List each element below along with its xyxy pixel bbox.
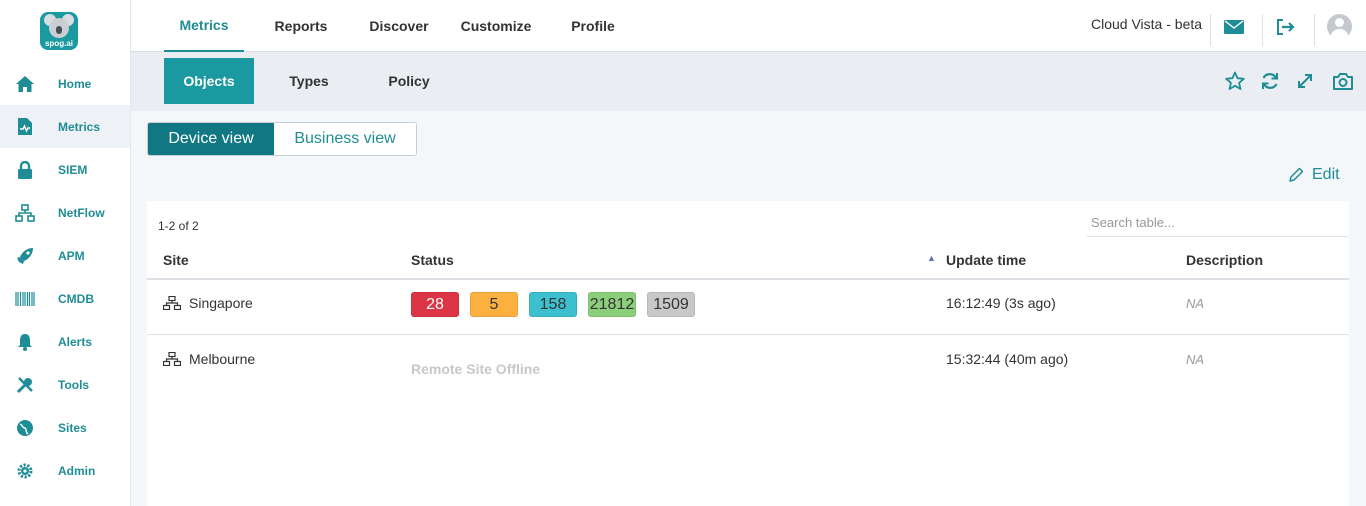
column-header-update-time[interactable]: Update time	[946, 252, 1026, 268]
top-navbar: Metrics Reports Discover Customize Profi…	[131, 0, 1366, 52]
search-input[interactable]	[1086, 209, 1348, 237]
koala-logo[interactable]: spog.ai	[40, 12, 78, 50]
camera-icon[interactable]	[1332, 70, 1354, 92]
status-badge-ok[interactable]: 21812	[588, 292, 636, 317]
star-icon[interactable]	[1224, 70, 1246, 92]
sidebar: spog.ai Home Metrics SIEM NetFlow APM CM…	[0, 0, 131, 506]
update-time: 16:12:49 (3s ago)	[946, 295, 1056, 311]
mail-icon[interactable]	[1223, 16, 1245, 38]
column-header-status[interactable]: Status	[411, 252, 454, 268]
metrics-icon	[15, 117, 35, 137]
status-badge-unknown[interactable]: 1509	[647, 292, 695, 317]
status-badge-info[interactable]: 158	[529, 292, 577, 317]
logo-text: spog.ai	[44, 39, 73, 48]
sort-ascending-icon[interactable]: ▲	[927, 253, 936, 263]
sidebar-item-label: APM	[58, 248, 85, 263]
tab-metrics[interactable]: Metrics	[164, 0, 244, 52]
sidebar-item-metrics[interactable]: Metrics	[0, 105, 130, 148]
sidebar-item-home[interactable]: Home	[0, 62, 130, 105]
lock-icon	[15, 160, 35, 180]
sidebar-item-netflow[interactable]: NetFlow	[0, 191, 130, 234]
column-header-site[interactable]: Site	[163, 252, 189, 268]
network-icon	[163, 296, 181, 310]
offline-status: Remote Site Offline	[411, 361, 541, 377]
device-view-button[interactable]: Device view	[148, 123, 274, 155]
tab-types[interactable]: Types	[264, 58, 354, 104]
view-toggle: Device view Business view	[147, 122, 417, 156]
network-icon	[163, 352, 181, 366]
sidebar-item-sites[interactable]: Sites	[0, 406, 130, 449]
sidebar-item-alerts[interactable]: Alerts	[0, 320, 130, 363]
sidebar-item-label: Metrics	[58, 119, 101, 134]
tab-policy[interactable]: Policy	[364, 58, 454, 104]
status-badge-critical[interactable]: 28	[411, 292, 459, 317]
tab-profile[interactable]: Profile	[553, 0, 633, 52]
sub-navbar: Objects Types Policy	[131, 52, 1366, 111]
refresh-icon[interactable]	[1259, 70, 1281, 92]
sidebar-item-label: SIEM	[58, 162, 88, 177]
tab-customize[interactable]: Customize	[456, 0, 536, 52]
divider	[1210, 14, 1211, 46]
update-time: 15:32:44 (40m ago)	[946, 351, 1069, 367]
globe-icon	[15, 418, 35, 438]
status-badge-warning[interactable]: 5	[470, 292, 518, 317]
sidebar-item-label: Alerts	[58, 334, 93, 349]
description: NA	[1186, 296, 1205, 311]
edit-label: Edit	[1312, 166, 1340, 183]
logout-icon[interactable]	[1275, 16, 1297, 38]
table-row[interactable]: Melbourne Remote Site Offline 15:32:44 (…	[147, 336, 1349, 391]
avatar[interactable]	[1327, 14, 1352, 39]
home-icon	[15, 74, 35, 94]
sidebar-item-label: Home	[58, 76, 92, 91]
site-cell[interactable]: Melbourne	[163, 351, 255, 367]
sites-table-panel: 1-2 of 2 Site Status ▲ Update time Descr…	[147, 201, 1349, 506]
rocket-icon	[15, 246, 35, 266]
tools-icon	[15, 375, 35, 395]
site-name: Singapore	[189, 295, 253, 311]
site-cell[interactable]: Singapore	[163, 295, 253, 311]
sidebar-item-tools[interactable]: Tools	[0, 363, 130, 406]
status-badges: 28 5 158 21812 1509	[411, 292, 706, 317]
sidebar-item-label: Tools	[58, 377, 90, 392]
site-name: Melbourne	[189, 351, 256, 367]
sidebar-item-label: Admin	[58, 463, 96, 478]
sidebar-item-siem[interactable]: SIEM	[0, 148, 130, 191]
description: NA	[1186, 352, 1205, 367]
expand-icon[interactable]	[1294, 70, 1316, 92]
table-row[interactable]: Singapore 28 5 158 21812 1509 16:12:49 (…	[147, 280, 1349, 335]
sidebar-nav: Home Metrics SIEM NetFlow APM CMDB Alert…	[0, 62, 130, 492]
pencil-icon	[1289, 167, 1304, 182]
business-view-button[interactable]: Business view	[274, 123, 416, 155]
sidebar-item-label: Sites	[58, 420, 87, 435]
network-icon	[15, 203, 35, 223]
sidebar-item-cmdb[interactable]: CMDB	[0, 277, 130, 320]
tab-reports[interactable]: Reports	[261, 0, 341, 52]
divider	[1314, 14, 1315, 46]
row-count: 1-2 of 2	[158, 219, 199, 233]
sidebar-item-label: CMDB	[58, 291, 94, 306]
column-header-description[interactable]: Description	[1186, 252, 1263, 268]
edit-button[interactable]: Edit	[1288, 166, 1340, 184]
sidebar-item-apm[interactable]: APM	[0, 234, 130, 277]
sidebar-item-admin[interactable]: Admin	[0, 449, 130, 492]
bell-icon	[15, 332, 35, 352]
tab-objects[interactable]: Objects	[164, 58, 254, 104]
sidebar-item-label: NetFlow	[58, 205, 105, 220]
gear-icon	[15, 461, 35, 481]
brand-label: Cloud Vista - beta	[1091, 16, 1203, 32]
tab-discover[interactable]: Discover	[359, 0, 439, 52]
divider	[1262, 14, 1263, 46]
barcode-icon	[15, 289, 35, 309]
